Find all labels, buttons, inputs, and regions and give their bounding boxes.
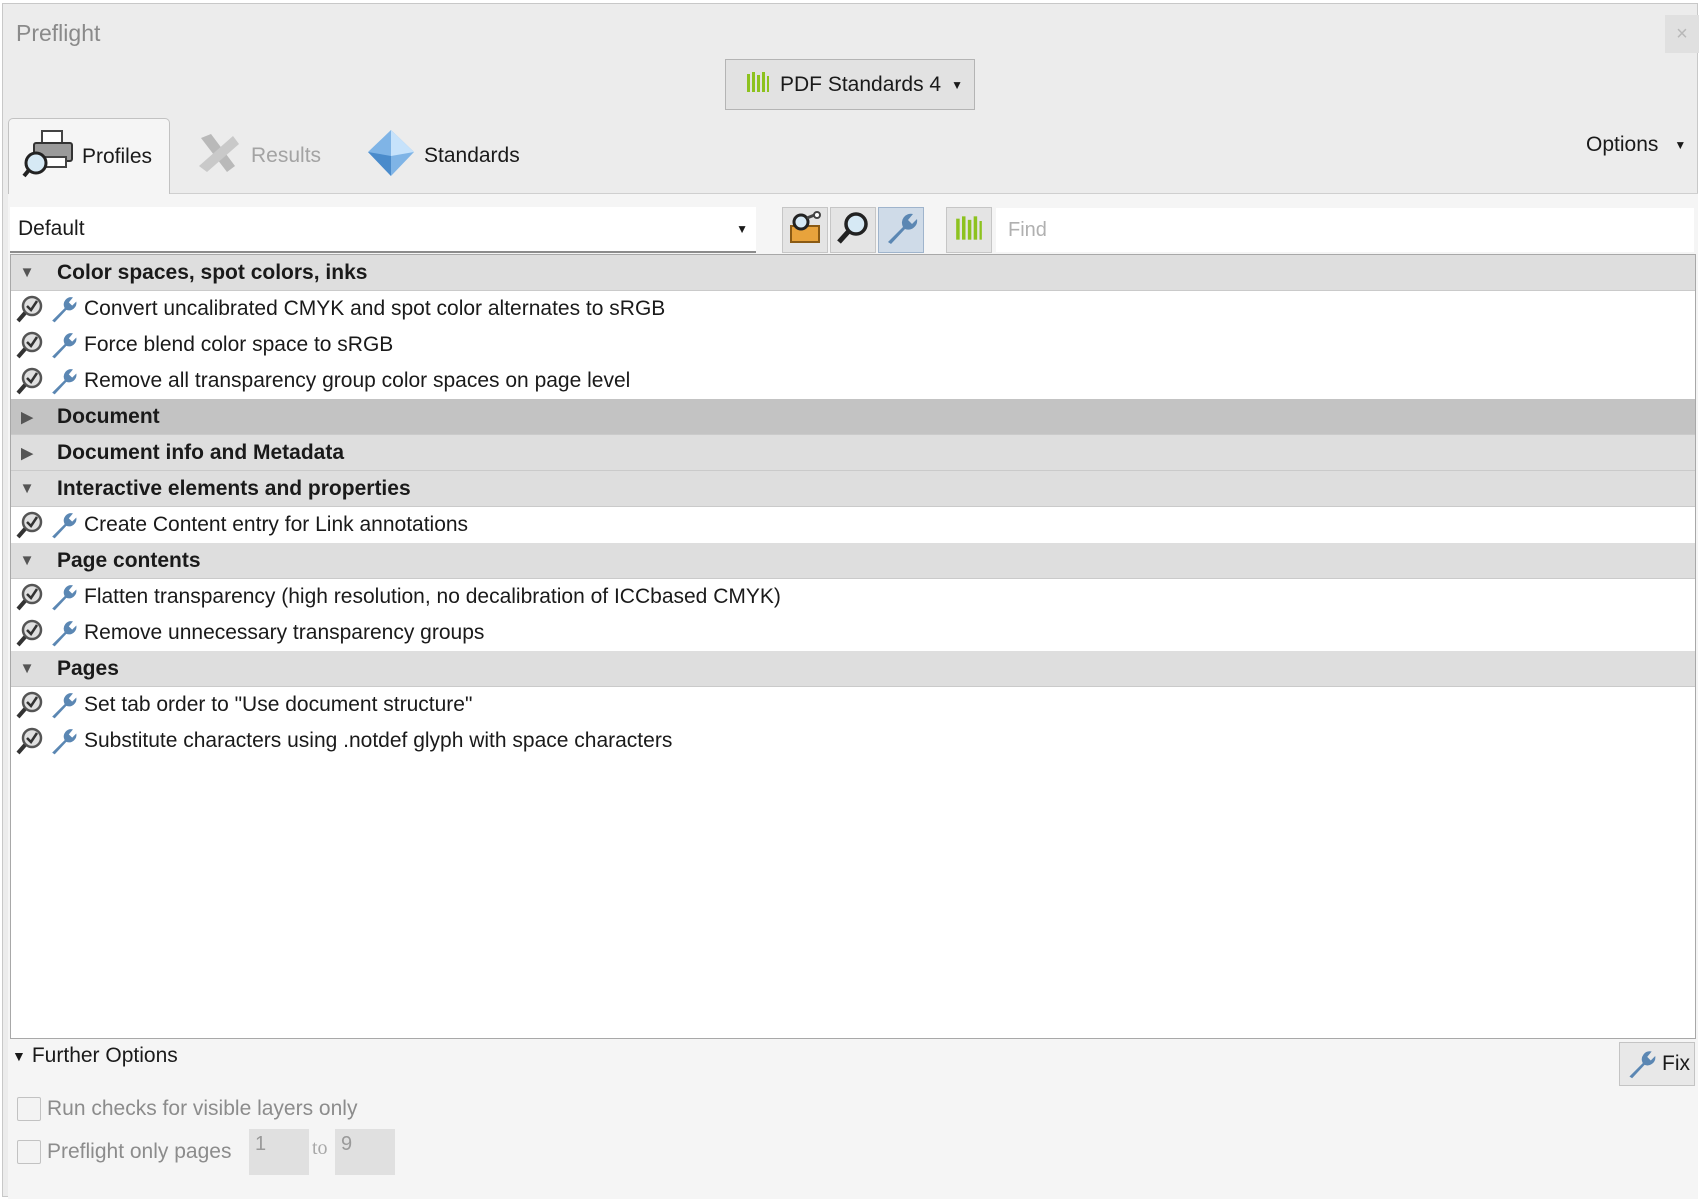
check-magnifier-icon [16, 583, 43, 611]
wrench-icon [52, 297, 77, 323]
profile-item-label: Create Content entry for Link annotation… [84, 513, 469, 536]
page-from-field[interactable]: 1 [249, 1129, 309, 1175]
options-menu[interactable]: Options ▼ [1586, 133, 1686, 157]
visible-layers-checkbox[interactable] [17, 1097, 41, 1121]
tab-standards-label: Standards [424, 144, 520, 167]
expand-triangle-icon[interactable]: ▶ [19, 444, 35, 462]
tab-results[interactable]: Results [193, 118, 321, 194]
tab-profiles-label: Profiles [82, 144, 153, 168]
profile-item[interactable]: Remove all transparency group color spac… [11, 363, 1695, 399]
check-magnifier-icon [16, 619, 43, 647]
profile-item-label: Set tab order to "Use document structure… [84, 693, 473, 716]
profile-select-value: Default [18, 217, 85, 240]
profile-item[interactable]: Force blend color space to sRGB [11, 327, 1695, 363]
edit-profiles-icon [787, 210, 823, 251]
category-label: Document info and Metadata [57, 440, 345, 464]
expand-triangle-icon[interactable]: ▼ [19, 480, 35, 497]
check-magnifier-icon [16, 367, 43, 395]
expand-triangle-icon[interactable]: ▼ [19, 660, 35, 677]
profile-item[interactable]: Set tab order to "Use document structure… [11, 687, 1695, 723]
results-x-icon [193, 128, 243, 184]
profile-tree: ▼ Color spaces, spot colors, inks Conver… [10, 254, 1696, 1039]
tab-results-label: Results [251, 144, 322, 167]
profile-item[interactable]: Flatten transparency (high resolution, n… [11, 579, 1695, 615]
page-to-field[interactable]: 9 [335, 1129, 395, 1175]
chevron-down-icon: ▼ [1674, 138, 1687, 152]
pages-range-option: Preflight only pages [17, 1140, 231, 1164]
wrench-icon [52, 729, 77, 755]
options-label: Options [1586, 133, 1659, 156]
visible-layers-label: Run checks for visible layers only [47, 1097, 358, 1120]
pages-range-label: Preflight only pages [47, 1140, 232, 1163]
profile-item-label: Remove all transparency group color spac… [84, 369, 631, 392]
profile-item-label: Remove unnecessary transparency groups [84, 621, 485, 644]
profile-library-select[interactable]: Default ▼ [10, 207, 756, 253]
profile-item[interactable]: Create Content entry for Link annotation… [11, 507, 1695, 543]
collapse-triangle-icon: ▼ [12, 1048, 26, 1064]
find-input[interactable] [996, 208, 1694, 252]
library-icon [955, 214, 983, 247]
pdf-standards-label: PDF Standards 4 [780, 72, 942, 96]
check-magnifier-icon [16, 691, 43, 719]
profile-item-label: Convert uncalibrated CMYK and spot color… [84, 297, 666, 320]
library-button[interactable] [946, 207, 992, 253]
category-row[interactable]: ▼ Interactive elements and properties [11, 471, 1695, 507]
profile-item-label: Force blend color space to sRGB [84, 333, 394, 356]
category-row[interactable]: ▶ Document [11, 399, 1695, 435]
fix-button[interactable]: Fix [1619, 1042, 1695, 1086]
category-row[interactable]: ▼ Color spaces, spot colors, inks [11, 255, 1695, 291]
wrench-icon [1629, 1051, 1656, 1079]
category-label: Pages [57, 656, 119, 680]
further-options-label: Further Options [31, 1044, 178, 1067]
printer-magnifier-icon [22, 129, 74, 185]
profile-item-label: Flatten transparency (high resolution, n… [84, 585, 781, 608]
analyze-button[interactable] [830, 207, 876, 253]
category-row[interactable]: ▼ Page contents [11, 543, 1695, 579]
chevron-down-icon: ▼ [736, 222, 748, 236]
check-magnifier-icon [16, 511, 43, 539]
expand-triangle-icon[interactable]: ▶ [19, 408, 35, 426]
profile-item[interactable]: Remove unnecessary transparency groups [11, 615, 1695, 651]
library-icon [746, 70, 770, 100]
wrench-icon [52, 585, 77, 611]
fixup-button[interactable] [878, 207, 924, 253]
tab-standards[interactable]: Standards [366, 118, 520, 194]
close-button[interactable]: × [1665, 15, 1699, 53]
pdf-standards-button[interactable]: PDF Standards 4 ▼ [725, 59, 975, 110]
category-label: Color spaces, spot colors, inks [57, 260, 368, 284]
edit-profiles-button[interactable] [782, 207, 828, 253]
profile-item[interactable]: Convert uncalibrated CMYK and spot color… [11, 291, 1695, 327]
category-label: Interactive elements and properties [57, 476, 411, 500]
profile-item-label: Substitute characters using .notdef glyp… [84, 729, 673, 752]
expand-triangle-icon[interactable]: ▼ [19, 264, 35, 281]
fix-button-label: Fix [1662, 1052, 1690, 1075]
category-row[interactable]: ▼ Pages [11, 651, 1695, 687]
wrench-icon [52, 369, 77, 395]
further-options-toggle[interactable]: ▼ Further Options [12, 1044, 178, 1068]
expand-triangle-icon[interactable]: ▼ [19, 552, 35, 569]
category-label: Document [57, 404, 160, 428]
check-magnifier-icon [16, 727, 43, 755]
profile-item[interactable]: Substitute characters using .notdef glyp… [11, 723, 1695, 759]
wrench-icon [52, 513, 77, 539]
chevron-down-icon: ▼ [951, 77, 963, 92]
page-range-to-label: to [312, 1137, 328, 1159]
check-magnifier-icon [16, 295, 43, 323]
visible-layers-option: Run checks for visible layers only [17, 1097, 357, 1121]
wrench-icon [52, 621, 77, 647]
wrench-icon [52, 693, 77, 719]
pages-range-checkbox[interactable] [17, 1140, 41, 1164]
fixup-wrench-icon [883, 210, 919, 251]
check-magnifier-icon [16, 331, 43, 359]
analyze-magnifier-icon [835, 210, 871, 251]
category-label: Page contents [57, 548, 201, 572]
tab-profiles[interactable]: Profiles [8, 118, 170, 194]
wrench-icon [52, 333, 77, 359]
window-title: Preflight [16, 20, 101, 46]
diamond-icon [366, 128, 416, 184]
category-row[interactable]: ▶ Document info and Metadata [11, 435, 1695, 471]
